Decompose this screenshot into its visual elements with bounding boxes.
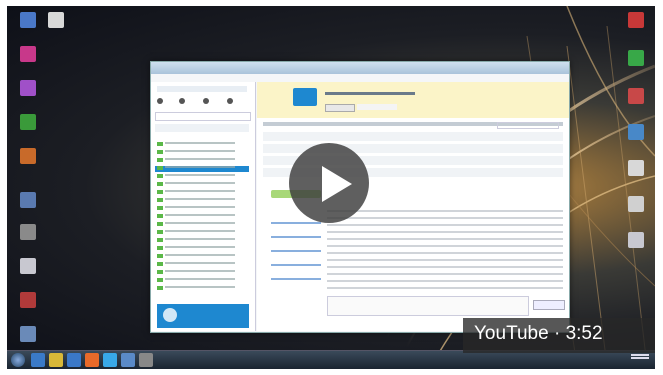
play-icon xyxy=(322,166,352,202)
desktop-icon[interactable] xyxy=(619,88,653,104)
desktop-icon[interactable] xyxy=(619,196,653,212)
taskbar-app-icon[interactable] xyxy=(31,353,45,367)
desktop-icon[interactable] xyxy=(11,258,45,274)
desktop-icon[interactable] xyxy=(11,46,45,62)
desktop-icon[interactable] xyxy=(11,192,45,208)
taskbar-app-icon[interactable] xyxy=(121,353,135,367)
taskbar-app-icon[interactable] xyxy=(103,353,117,367)
desktop-icon[interactable] xyxy=(11,326,45,342)
desktop-icon[interactable] xyxy=(11,292,45,308)
skype-title-bar xyxy=(151,62,569,74)
taskbar-app-icon[interactable] xyxy=(85,353,99,367)
taskbar-app-icon[interactable] xyxy=(67,353,81,367)
video-duration: 3:52 xyxy=(565,323,603,344)
desktop-icon[interactable] xyxy=(11,80,45,96)
desktop-icon[interactable] xyxy=(39,12,73,28)
desktop-icon[interactable] xyxy=(619,50,653,66)
desktop-icon[interactable] xyxy=(11,114,45,130)
taskbar-app-icon[interactable] xyxy=(139,353,153,367)
start-button-icon[interactable] xyxy=(11,353,25,367)
desktop-icon[interactable] xyxy=(619,232,653,248)
desktop-icon[interactable] xyxy=(619,160,653,176)
taskbar-app-icon[interactable] xyxy=(49,353,63,367)
desktop-icon[interactable] xyxy=(619,12,653,28)
youtube-brand: YouTube xyxy=(474,323,549,344)
skype-banner xyxy=(257,82,569,118)
video-embed: YouTube · 3:52 xyxy=(0,0,663,375)
desktop-icon[interactable] xyxy=(619,124,653,140)
taskbar-clock xyxy=(631,353,649,359)
separator: · xyxy=(553,323,561,344)
youtube-badge-text: YouTube · 3:52 xyxy=(474,323,603,345)
desktop-icon[interactable] xyxy=(11,148,45,164)
desktop-icon[interactable] xyxy=(11,224,45,240)
skype-contacts-panel xyxy=(151,82,256,331)
